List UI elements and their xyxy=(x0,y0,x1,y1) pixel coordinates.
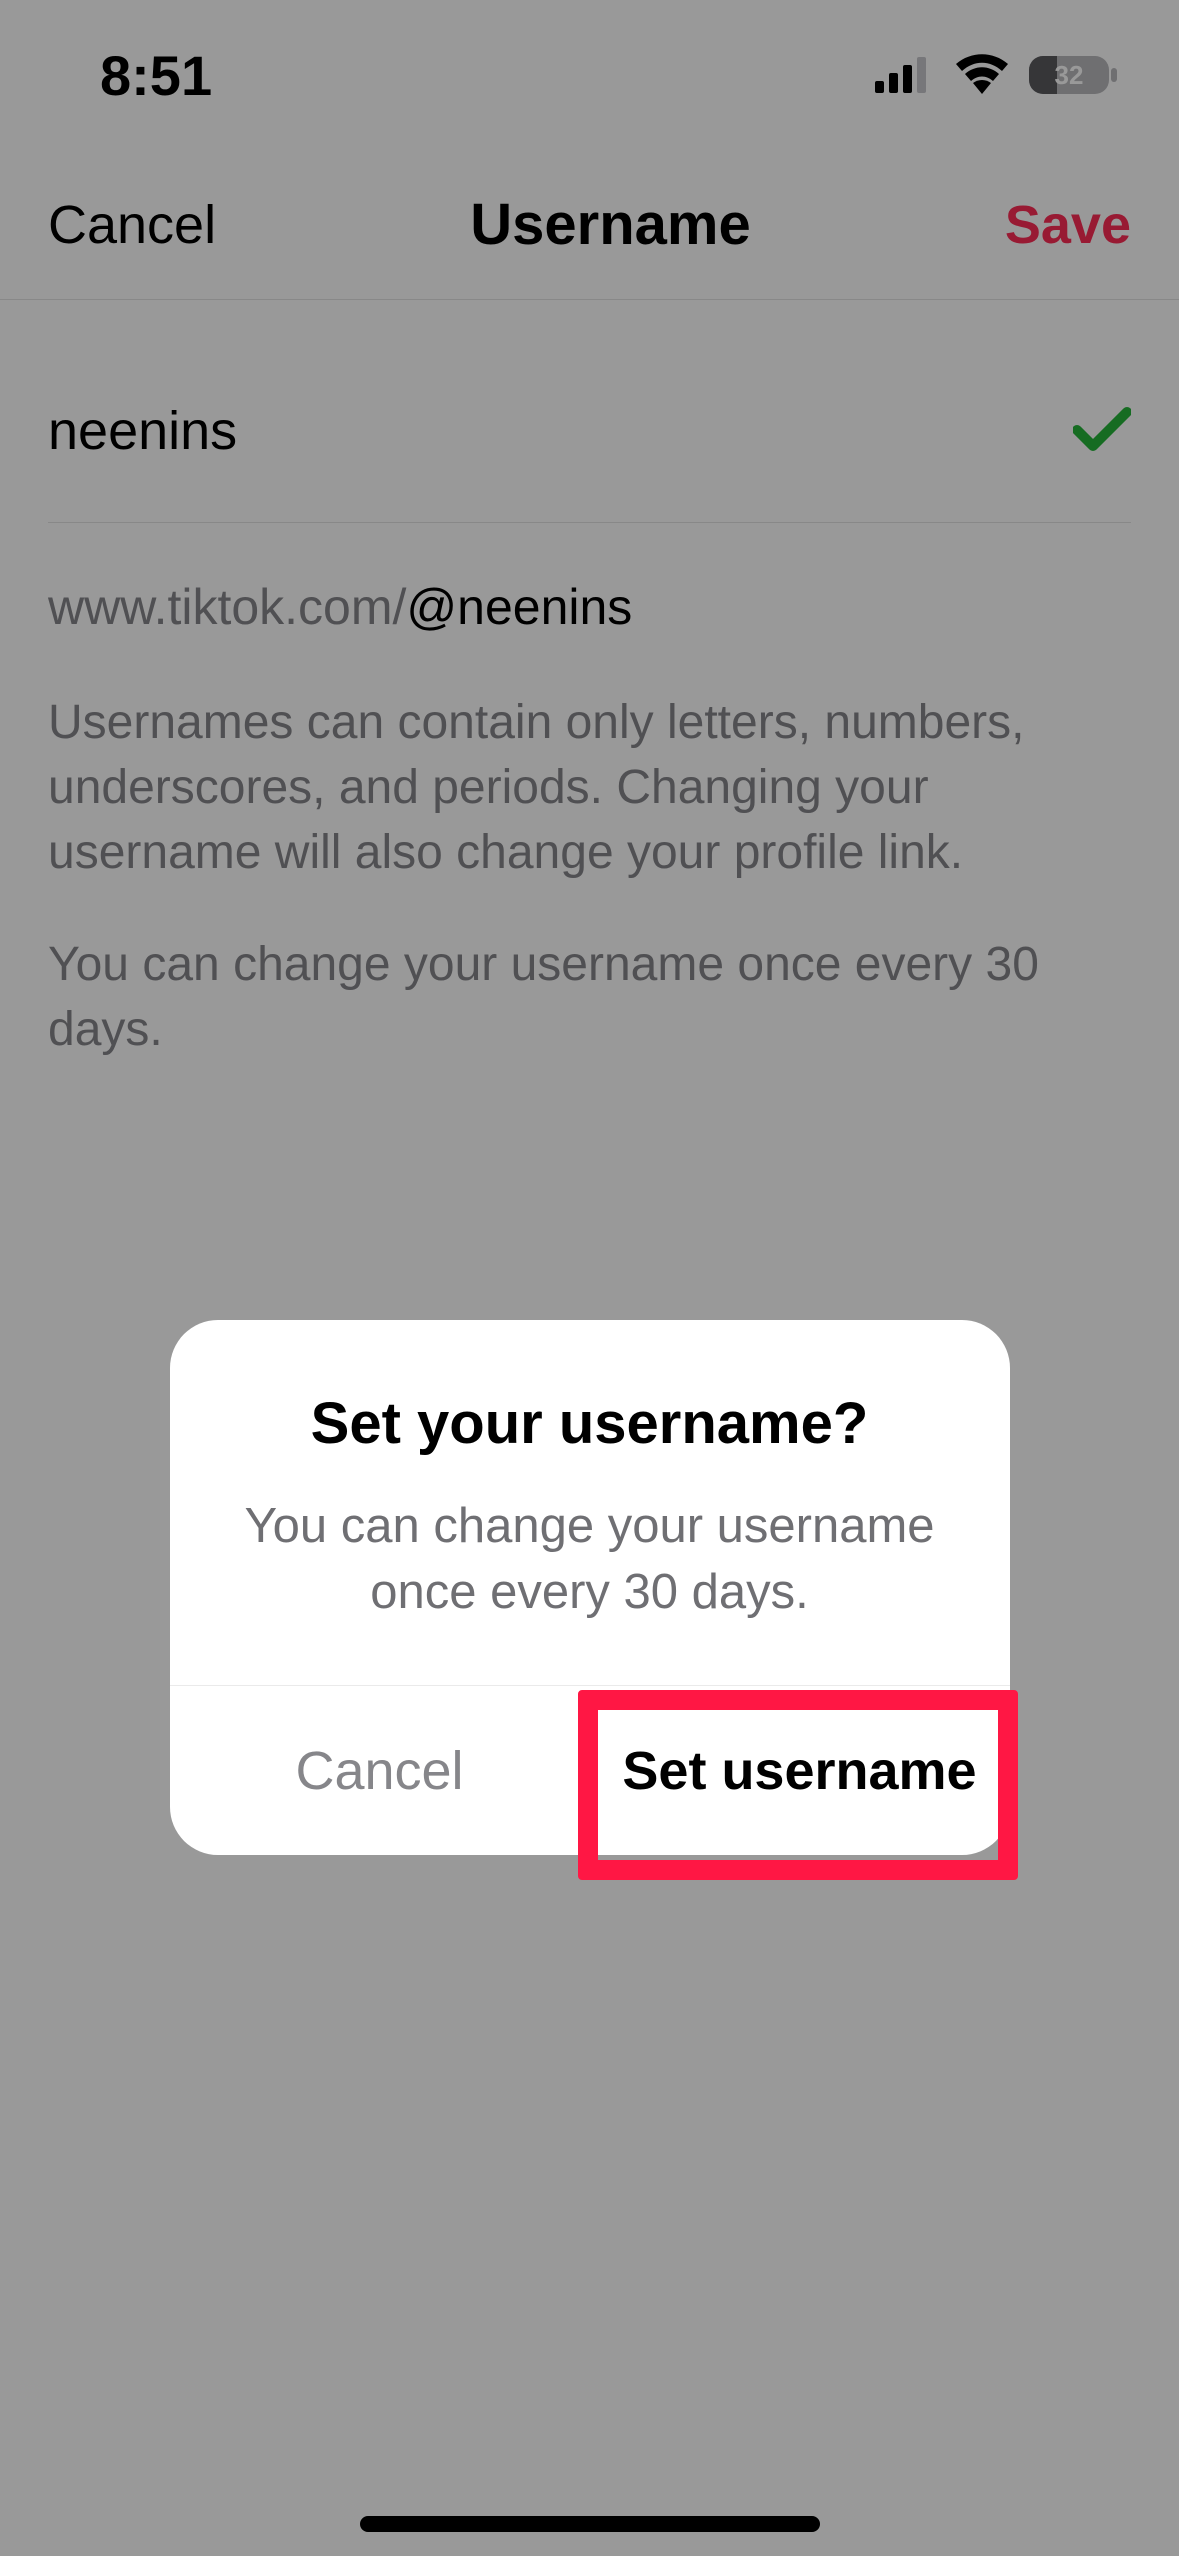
dialog-content: Set your username? You can change your u… xyxy=(170,1320,1010,1685)
modal-overlay[interactable]: Set your username? You can change your u… xyxy=(0,0,1179,2556)
dialog-message: You can change your username once every … xyxy=(226,1493,954,1625)
home-indicator[interactable] xyxy=(360,2516,820,2532)
screen: 8:51 xyxy=(0,0,1179,2556)
dialog-title: Set your username? xyxy=(226,1390,954,1457)
dialog-confirm-button[interactable]: Set username xyxy=(590,1686,1010,1855)
confirm-dialog: Set your username? You can change your u… xyxy=(170,1320,1010,1855)
dialog-cancel-button[interactable]: Cancel xyxy=(170,1686,590,1855)
dialog-buttons: Cancel Set username xyxy=(170,1685,1010,1855)
